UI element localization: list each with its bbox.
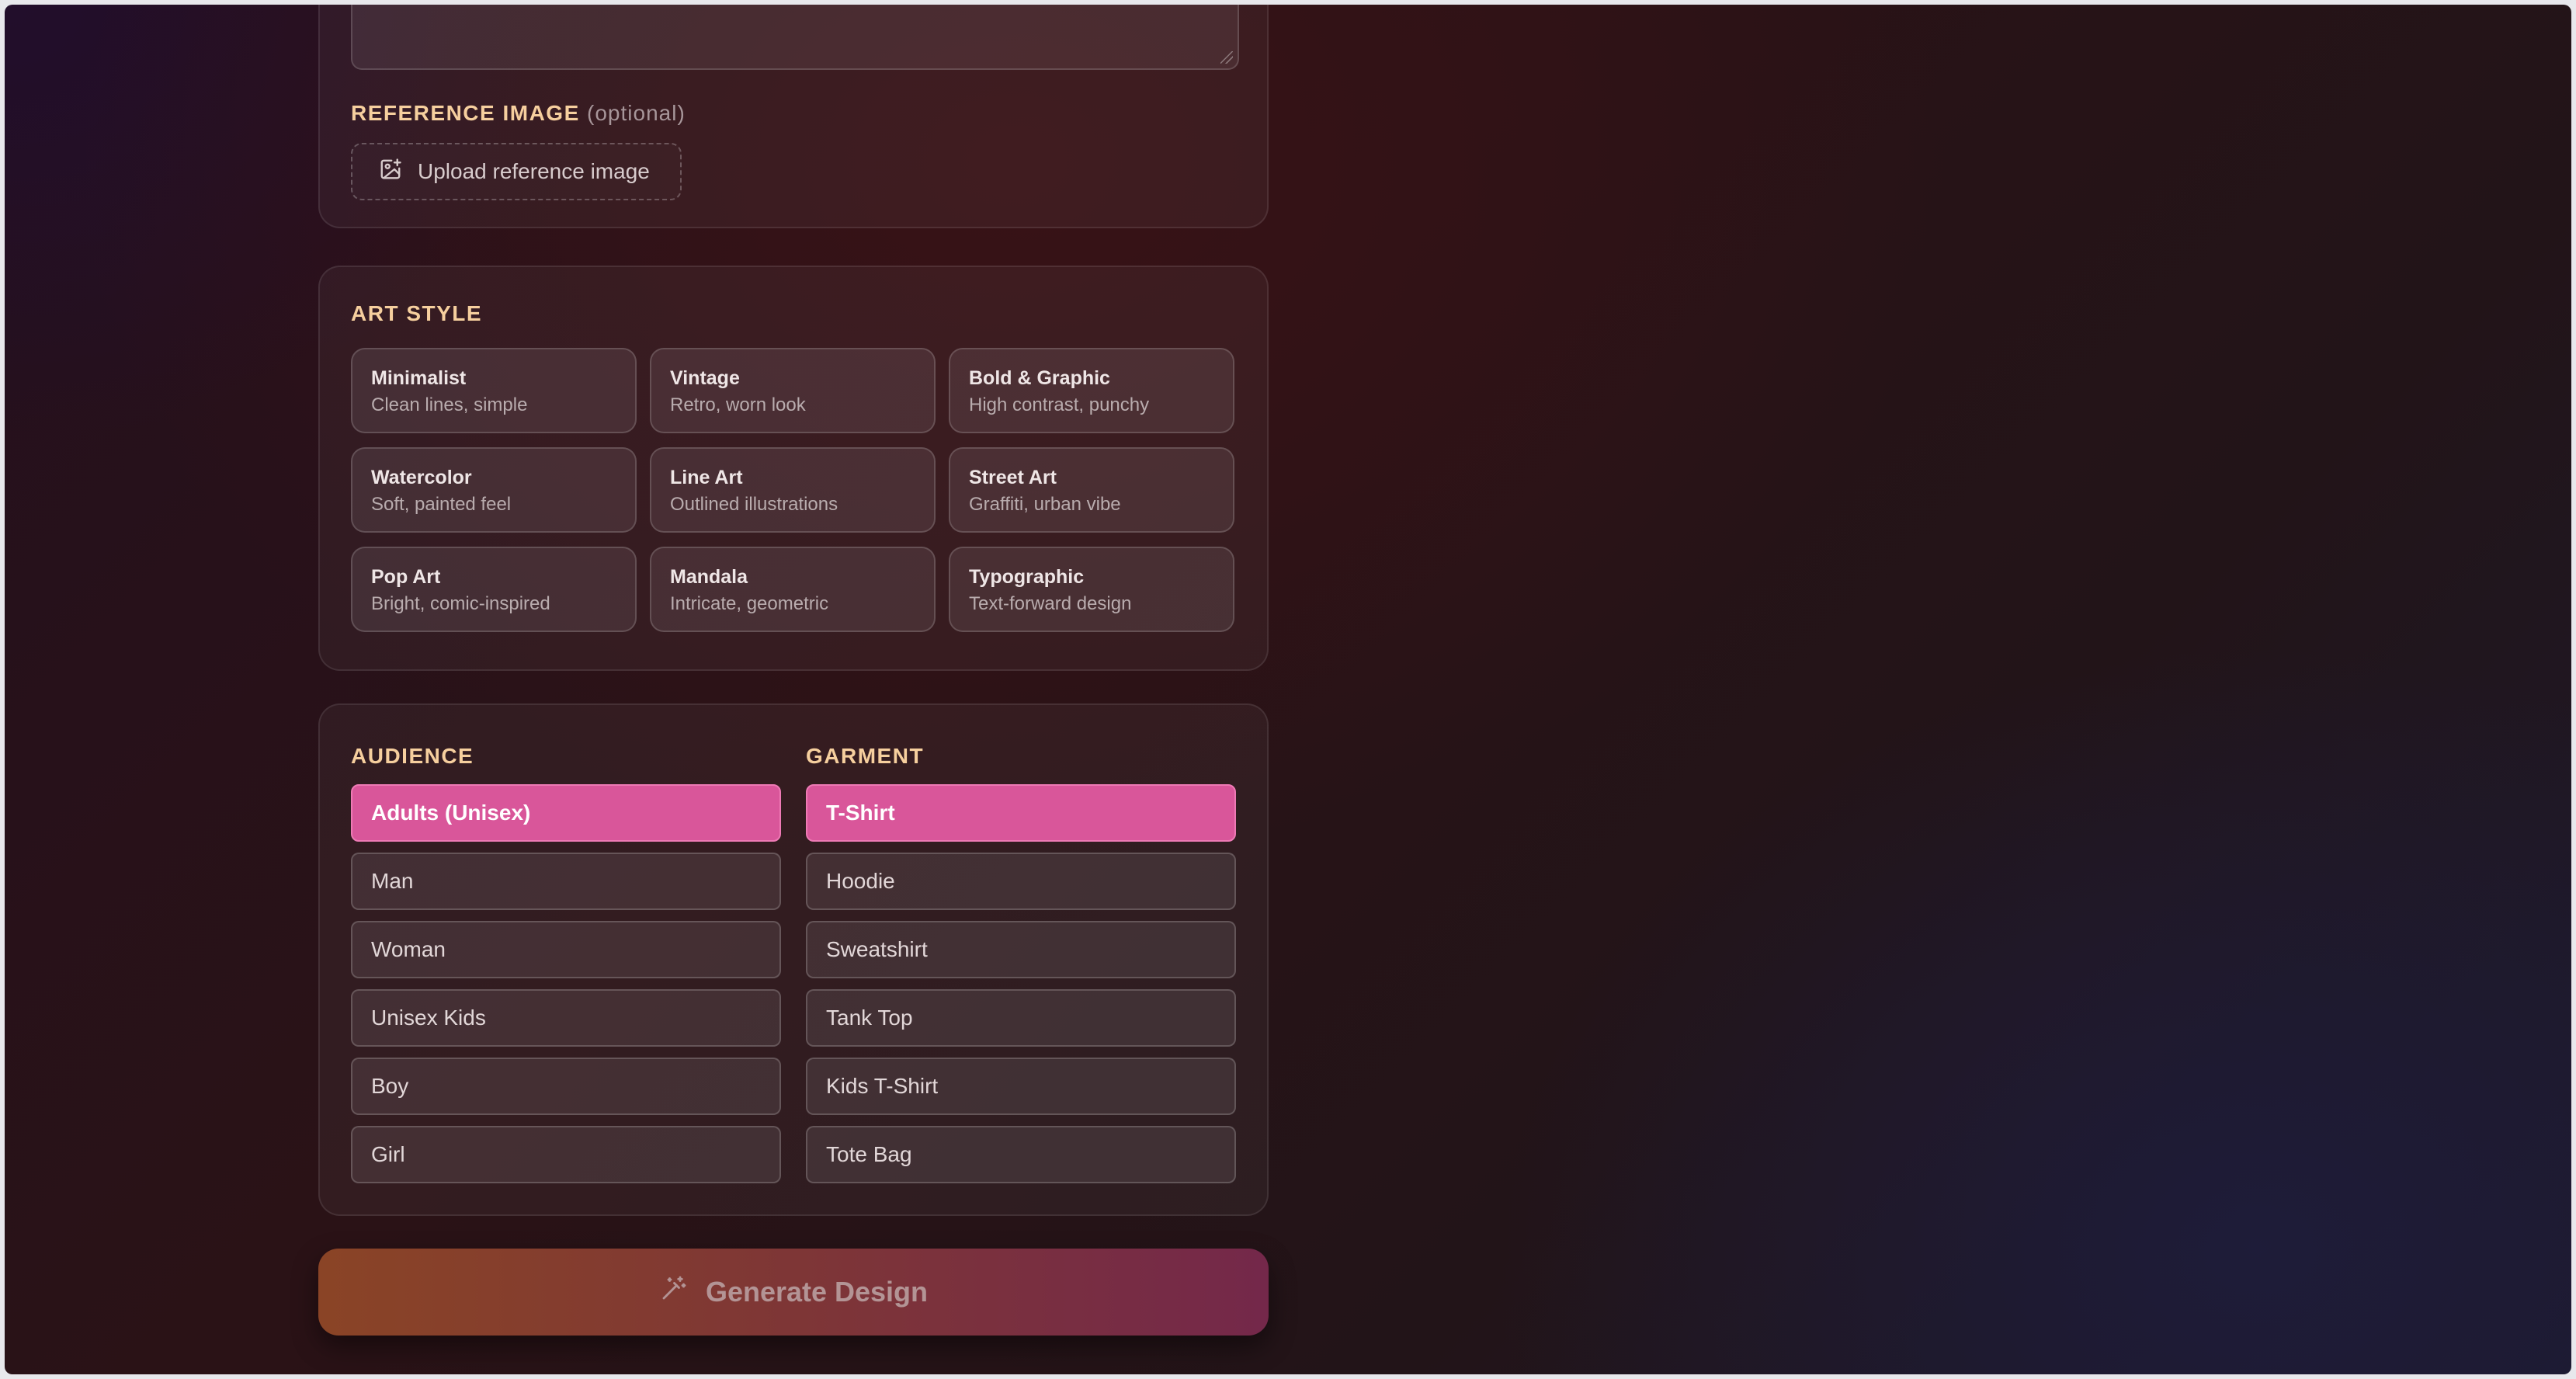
design-prompt-textarea[interactable] [351,5,1239,70]
option-label: Hoodie [826,869,895,893]
audience-label: AUDIENCE [351,744,474,768]
style-name: Typographic [969,566,1085,588]
reference-image-title: REFERENCE IMAGE [351,101,580,125]
option-label: Adults (Unisex) [371,801,531,825]
style-name: Pop Art [371,566,441,588]
garment-label: GARMENT [806,744,925,768]
app-window: REFERENCE IMAGE (optional) Upload refere… [5,5,2571,1374]
style-name: Vintage [670,367,740,389]
garment-option-hoodie[interactable]: Hoodie [806,853,1236,910]
upload-reference-button[interactable]: Upload reference image [351,143,682,200]
style-description: Bright, comic-inspired [371,593,550,614]
style-option-minimalist[interactable]: Minimalist Clean lines, simple [351,348,637,433]
style-description: High contrast, punchy [969,394,1150,415]
magic-wand-icon [659,1275,687,1310]
audience-option-man[interactable]: Man [351,853,781,910]
garment-option-sweatshirt[interactable]: Sweatshirt [806,921,1236,978]
audience-garment-card: AUDIENCE Adults (Unisex) Man Woman Unise… [318,703,1269,1216]
audience-option-unisex-kids[interactable]: Unisex Kids [351,989,781,1047]
style-name: Street Art [969,467,1057,488]
option-label: Girl [371,1142,405,1166]
optional-hint: (optional) [587,101,686,125]
style-description: Soft, painted feel [371,494,512,515]
style-option-pop-art[interactable]: Pop Art Bright, comic-inspired [351,547,637,632]
style-option-street-art[interactable]: Street Art Graffiti, urban vibe [949,447,1234,533]
style-option-vintage[interactable]: Vintage Retro, worn look [650,348,936,433]
art-style-label: ART STYLE [351,301,483,325]
style-option-watercolor[interactable]: Watercolor Soft, painted feel [351,447,637,533]
option-label: Tote Bag [826,1142,912,1166]
style-option-mandala[interactable]: Mandala Intricate, geometric [650,547,936,632]
option-label: Sweatshirt [826,937,928,961]
option-label: Tank Top [826,1006,913,1030]
style-name: Line Art [670,467,743,488]
style-name: Bold & Graphic [969,367,1110,389]
style-description: Graffiti, urban vibe [969,494,1121,515]
option-label: Kids T-Shirt [826,1074,939,1098]
option-label: Unisex Kids [371,1006,486,1030]
option-label: Woman [371,937,446,961]
style-option-typographic[interactable]: Typographic Text-forward design [949,547,1234,632]
audience-option-boy[interactable]: Boy [351,1058,781,1115]
audience-option-woman[interactable]: Woman [351,921,781,978]
option-label: T-Shirt [826,801,895,825]
style-description: Retro, worn look [670,394,806,415]
style-description: Intricate, geometric [670,593,829,614]
style-description: Outlined illustrations [670,494,838,515]
style-option-bold-graphic[interactable]: Bold & Graphic High contrast, punchy [949,348,1234,433]
option-label: Man [371,869,414,893]
upload-reference-label: Upload reference image [418,159,650,183]
garment-option-t-shirt[interactable]: T-Shirt [806,784,1236,842]
audience-option-girl[interactable]: Girl [351,1126,781,1183]
reference-image-label: REFERENCE IMAGE (optional) [351,101,686,126]
style-name: Minimalist [371,367,467,389]
generate-design-button[interactable]: Generate Design [318,1249,1269,1336]
style-description: Clean lines, simple [371,394,528,415]
option-label: Boy [371,1074,409,1098]
audience-option-adults-unisex[interactable]: Adults (Unisex) [351,784,781,842]
generate-design-label: Generate Design [705,1276,929,1308]
style-option-line-art[interactable]: Line Art Outlined illustrations [650,447,936,533]
textarea-resize-handle[interactable] [1220,51,1233,64]
garment-option-tote-bag[interactable]: Tote Bag [806,1126,1236,1183]
style-name: Watercolor [371,467,472,488]
style-name: Mandala [670,566,748,588]
garment-option-tank-top[interactable]: Tank Top [806,989,1236,1047]
art-style-card: ART STYLE Minimalist Clean lines, simple… [318,266,1269,671]
prompt-card: REFERENCE IMAGE (optional) Upload refere… [318,5,1269,228]
style-description: Text-forward design [969,593,1132,614]
image-plus-icon [379,158,402,186]
garment-option-kids-t-shirt[interactable]: Kids T-Shirt [806,1058,1236,1115]
art-style-grid: Minimalist Clean lines, simple Vintage R… [351,348,1239,632]
